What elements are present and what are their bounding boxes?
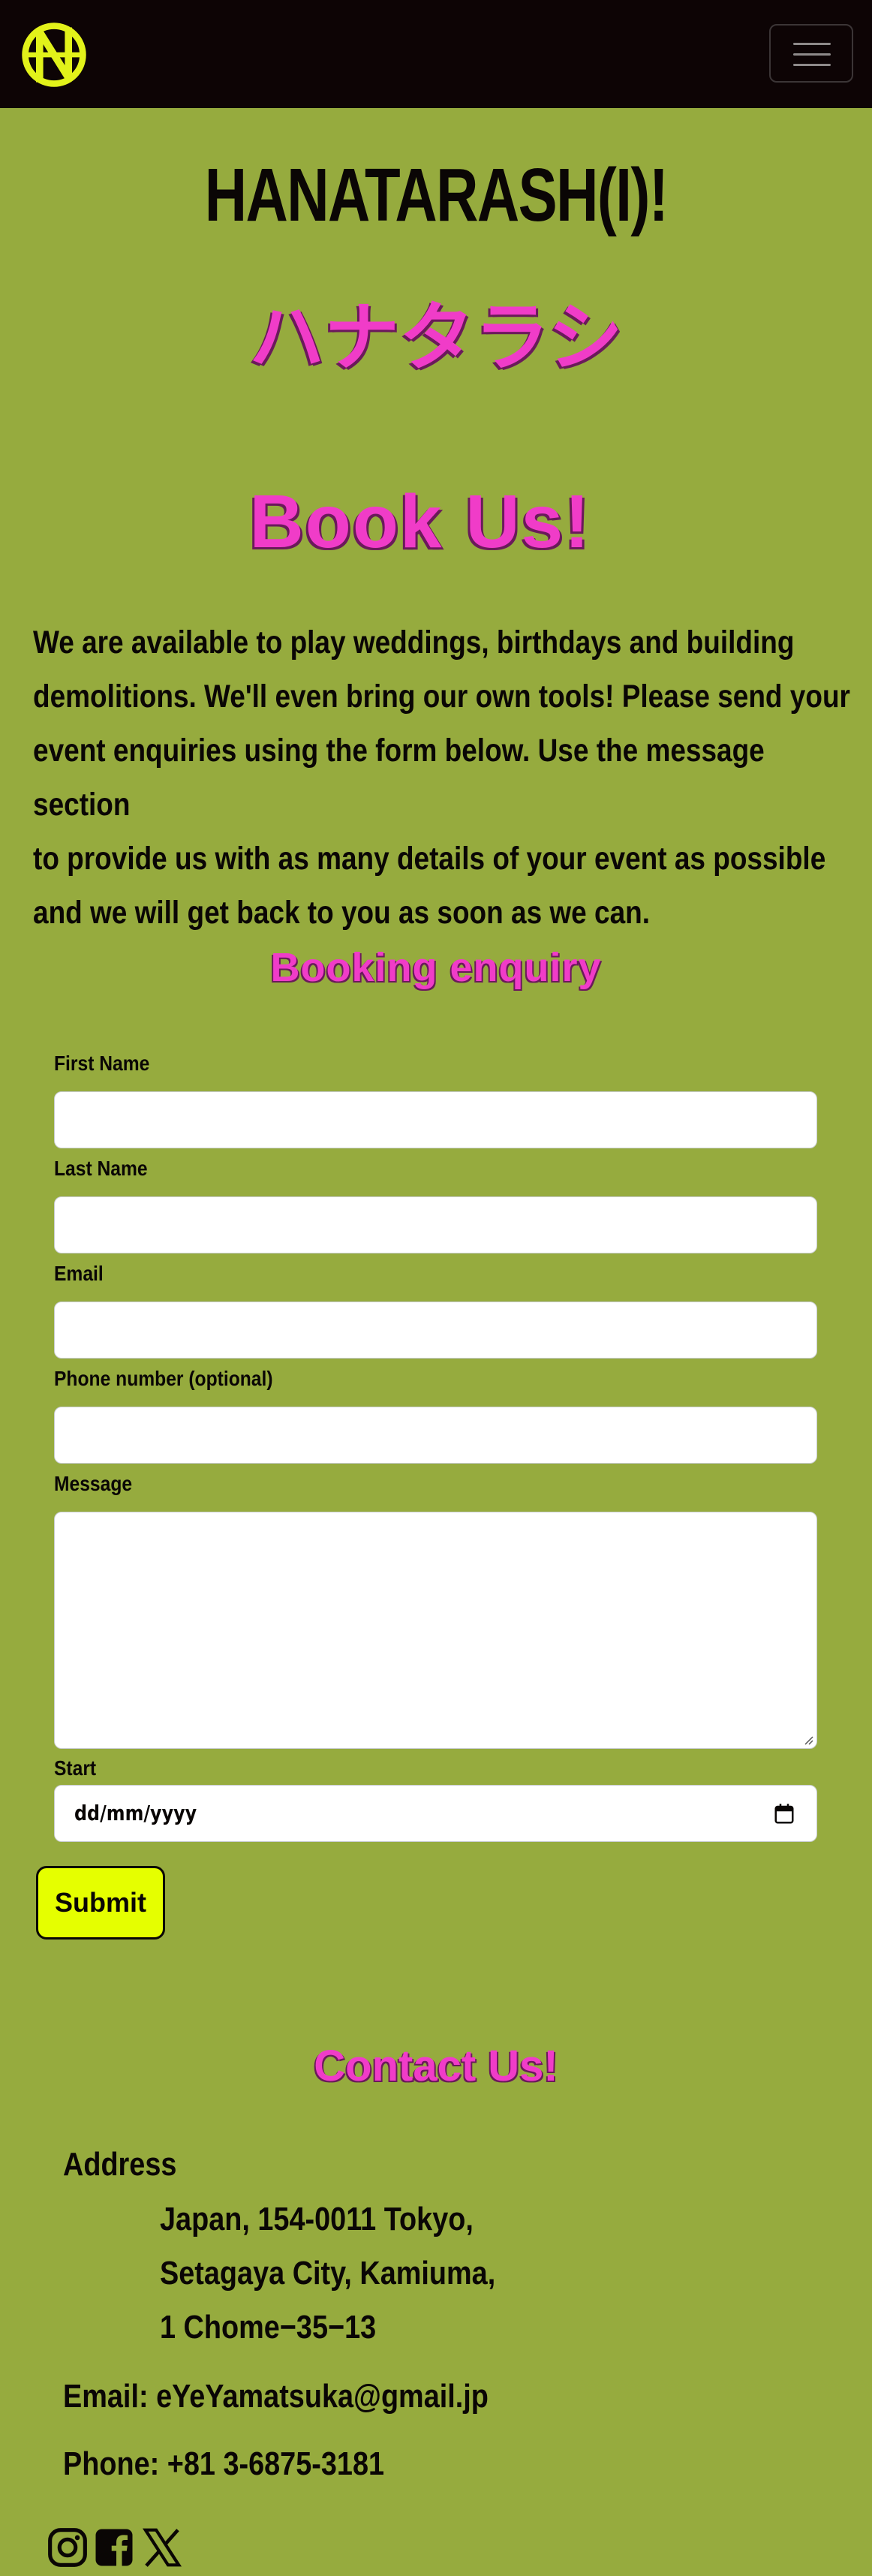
booking-enquiry-heading: Booking enquiry: [270, 945, 602, 990]
submit-button[interactable]: Submit: [36, 1866, 165, 1940]
hamburger-menu-button[interactable]: [769, 24, 853, 83]
start-label: Start: [54, 1756, 97, 1780]
contact-us-heading: Contact Us!: [314, 2042, 558, 2090]
intro-line: to provide us with as many details of yo…: [33, 841, 826, 877]
contact-phone[interactable]: Phone: +81 3-6875-3181: [63, 2448, 384, 2481]
hamburger-menu-icon: [793, 43, 831, 45]
resize-grip-icon[interactable]: [803, 1735, 813, 1745]
x-twitter-icon[interactable]: [141, 2526, 183, 2568]
intro-line: We are available to play weddings, birth…: [33, 624, 795, 661]
start-date-placeholder: dd/mm/yyyy: [74, 1801, 197, 1825]
intro-line: and we will get back to you as soon as w…: [33, 895, 651, 931]
last-name-label: Last Name: [54, 1157, 148, 1180]
start-date-field[interactable]: dd/mm/yyyy: [54, 1785, 817, 1842]
first-name-field[interactable]: [54, 1091, 817, 1148]
facebook-icon[interactable]: [93, 2526, 135, 2568]
phone-field[interactable]: [54, 1407, 817, 1464]
contact-email[interactable]: Email: eYeYamatsuka@gmail.jp: [63, 2380, 489, 2413]
message-label: Message: [54, 1472, 133, 1495]
band-name-heading: HANATARASH(I)!: [204, 153, 669, 237]
address-line: Japan, 154-0011 Tokyo,: [160, 2201, 474, 2237]
message-textarea[interactable]: [54, 1512, 817, 1749]
calendar-icon[interactable]: [773, 1803, 795, 1825]
email-label: Email: [54, 1262, 104, 1285]
instagram-icon[interactable]: [47, 2526, 89, 2568]
intro-line: event enquiries using the form below. Us…: [33, 733, 765, 823]
intro-line: demolitions. We'll even bring our own to…: [33, 679, 850, 715]
address-label: Address: [63, 2146, 177, 2183]
book-us-heading: Book Us!: [249, 480, 591, 564]
email-field[interactable]: [54, 1302, 817, 1359]
last-name-field[interactable]: [54, 1196, 817, 1253]
hanatarashi-logo-icon[interactable]: [18, 19, 90, 91]
address-line: Setagaya City, Kamiuma,: [160, 2255, 496, 2292]
intro-paragraph: We are available to play weddings, birth…: [33, 615, 852, 940]
navbar: [0, 0, 872, 108]
first-name-label: First Name: [54, 1052, 150, 1075]
phone-label: Phone number (optional): [54, 1367, 273, 1390]
katakana-heading: ハナタラシ: [249, 296, 623, 380]
address-line: 1 Chome−35−13: [160, 2309, 377, 2346]
